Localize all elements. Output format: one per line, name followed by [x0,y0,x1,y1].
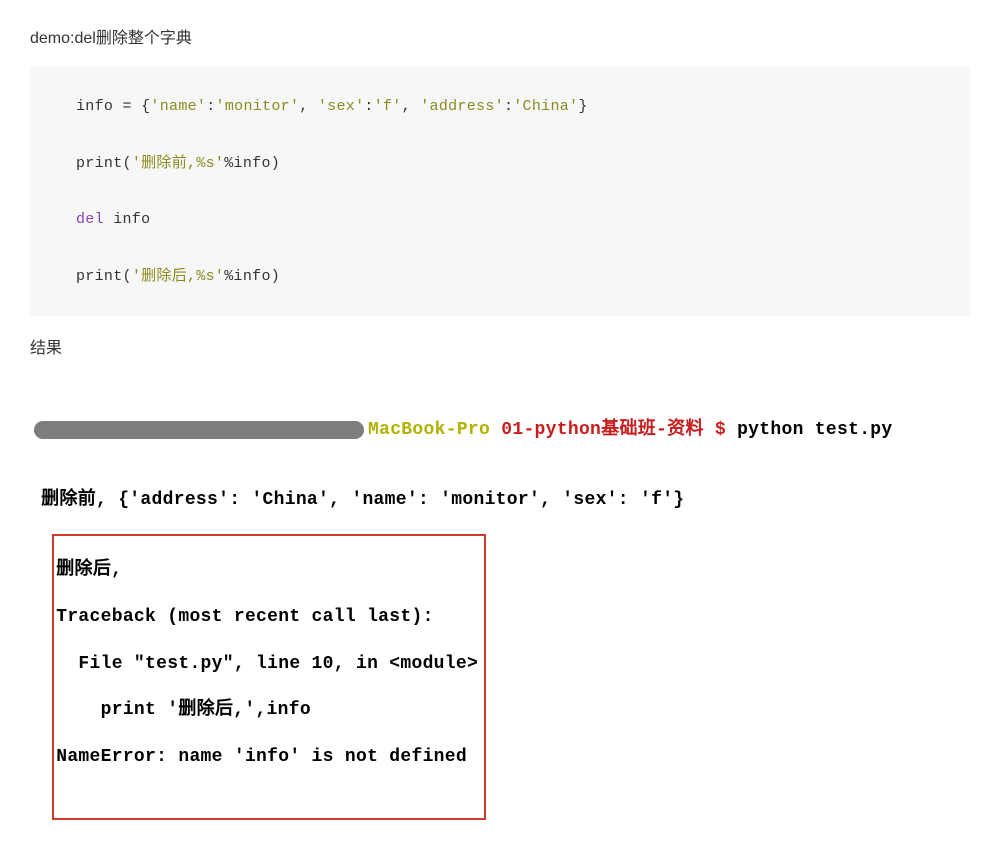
code-line: print('删除前,%s'%info) [76,153,924,176]
error-box: 删除后, Traceback (most recent call last): … [52,534,486,821]
terminal-line: 删除前, {'address': 'China', 'name': 'monit… [30,489,970,512]
terminal-line: Traceback (most recent call last): [56,606,478,629]
section-title: demo:del删除整个字典 [30,24,970,48]
terminal-line: NameError: name 'info' is not defined [56,746,478,769]
code-line: del info [76,209,924,232]
terminal-line: print '删除后,',info [56,699,478,722]
terminal-command: python test.py [737,419,892,442]
terminal-line: File "test.py", line 10, in <module> [56,653,478,676]
terminal-prompt-line: MacBook-Pro 01-python基础班-资料 $ python tes… [30,419,970,442]
code-line: print('删除后,%s'%info) [76,266,924,289]
code-block: info = {'name':'monitor', 'sex':'f', 'ad… [30,66,970,316]
result-label: 结果 [30,334,970,358]
terminal-line: 删除后, [56,559,478,582]
terminal-host: MacBook-Pro [368,419,501,442]
code-line: info = {'name':'monitor', 'sex':'f', 'ad… [76,96,924,119]
redacted-bar [34,421,364,439]
terminal-dir: 01-python基础班-资料 [501,419,704,442]
terminal-prompt: $ [704,419,737,442]
terminal-output: MacBook-Pro 01-python基础班-资料 $ python tes… [30,372,970,820]
